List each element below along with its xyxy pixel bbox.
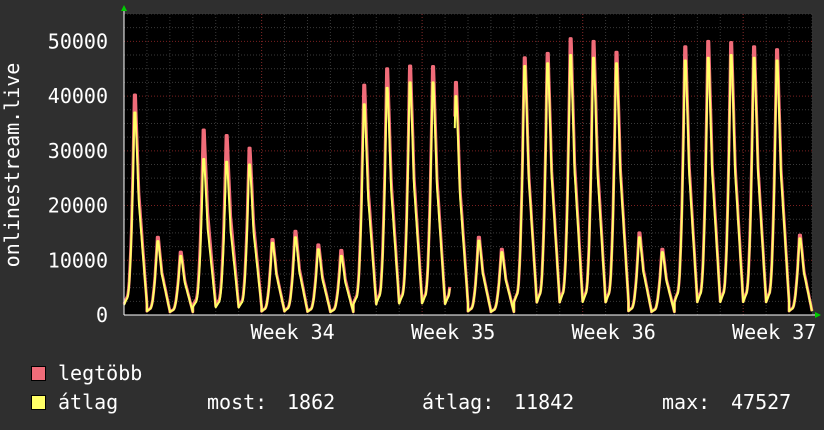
- x-tick-label: Week 36: [572, 320, 656, 344]
- y-tick-label: 0: [96, 303, 108, 327]
- legend-swatch-max: [31, 366, 46, 381]
- stat-current-label: most:: [207, 390, 268, 414]
- stat-average-label: átlag:: [422, 390, 495, 414]
- y-axis-arrow-icon: [121, 5, 127, 11]
- x-tick-label: Week 37: [732, 320, 816, 344]
- x-tick-labels: Week 34 Week 35 Week 36 Week 37: [250, 320, 816, 344]
- y-axis-label: onlinestream.live: [0, 63, 24, 268]
- stat-average-value: 11842: [514, 390, 575, 414]
- y-tick-label: 50000: [48, 29, 108, 53]
- legend-label-avg: átlag: [58, 390, 119, 414]
- x-axis-arrow-icon: [815, 312, 821, 318]
- y-tick-label: 30000: [48, 139, 108, 163]
- legend-label-max: legtöbb: [58, 361, 143, 385]
- y-tick-label: 10000: [48, 248, 108, 272]
- legend-swatch-avg: [31, 395, 46, 410]
- stat-max-label: max:: [662, 390, 711, 414]
- x-tick-label: Week 34: [250, 320, 334, 344]
- y-tick-label: 20000: [48, 194, 108, 218]
- y-tick-label: 40000: [48, 84, 108, 108]
- stat-current-value: 1862: [287, 390, 336, 414]
- x-tick-label: Week 35: [411, 320, 495, 344]
- y-tick-labels: 0 10000 20000 30000 40000 50000: [48, 29, 108, 327]
- stat-max-value: 47527: [731, 390, 792, 414]
